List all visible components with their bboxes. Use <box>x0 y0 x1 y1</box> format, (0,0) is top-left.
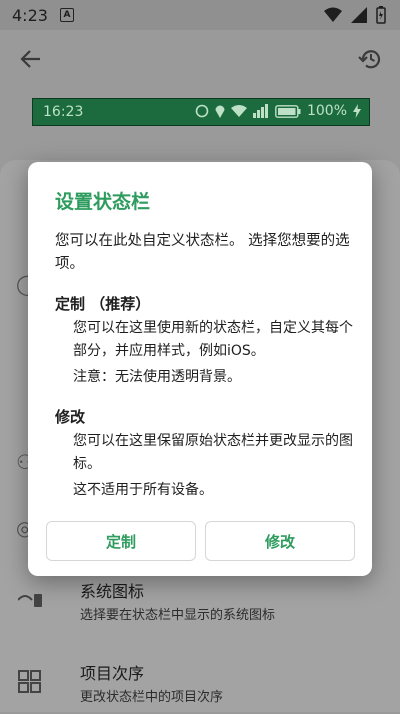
setup-status-bar-dialog: 设置状态栏 您可以在此处自定义状态栏。 选择您想要的选项。 定制 （推荐） 您可… <box>28 162 372 576</box>
arrow-left-icon[interactable] <box>20 48 42 70</box>
preview-icons: 100% <box>195 103 361 119</box>
dialog-intro: 您可以在此处自定义状态栏。 选择您想要的选项。 <box>55 233 350 272</box>
list-item-subtitle: 选择要在状态栏中显示的系统图标 <box>80 608 276 623</box>
dialog-title: 设置状态栏 <box>55 191 151 213</box>
modify-button[interactable]: 修改 <box>205 521 355 561</box>
system-icons-icon <box>18 594 42 607</box>
location-icon <box>215 105 225 118</box>
signal-preview-icon <box>252 104 268 118</box>
modify-option-desc: 您可以在这里保留原始状态栏并更改显示的图标。 <box>73 433 353 472</box>
app-bar <box>0 30 400 90</box>
list-item-system-icons[interactable]: 系统图标 选择要在状态栏中显示的系统图标 <box>0 572 400 632</box>
notification-a-icon: A <box>59 8 74 22</box>
status-time: 4:23 <box>12 5 48 25</box>
custom-option-note: 注意：无法使用透明背景。 <box>73 369 241 385</box>
battery-percent: 100% <box>306 103 347 119</box>
custom-option-desc: 您可以在这里使用新的状态栏，自定义其每个部分，并应用样式，例如iOS。 <box>73 320 353 359</box>
list-item-item-order[interactable]: 项目次序 更改状态栏中的项目次序 <box>0 654 400 714</box>
wifi-preview-icon <box>230 105 247 117</box>
list-item-title: 项目次序 <box>80 664 145 683</box>
battery-icon <box>376 6 386 24</box>
custom-button[interactable]: 定制 <box>46 521 196 561</box>
modify-option-heading: 修改 <box>55 408 86 426</box>
preview-time: 16:23 <box>43 104 84 120</box>
modify-option-note: 这不适用于所有设备。 <box>73 482 213 498</box>
custom-option-heading: 定制 （推荐） <box>55 295 151 313</box>
charging-icon <box>353 104 361 118</box>
list-item-subtitle: 更改状态栏中的项目次序 <box>80 690 224 705</box>
wifi-icon <box>324 7 342 22</box>
data-saver-icon <box>195 104 209 118</box>
restore-icon[interactable] <box>358 46 384 72</box>
list-item-title: 系统图标 <box>80 582 145 601</box>
signal-icon <box>351 7 367 23</box>
system-status-bar: 4:23 A <box>0 0 400 30</box>
status-icons <box>324 6 386 24</box>
battery-preview-icon <box>275 104 301 118</box>
status-bar-preview: 16:23 100% <box>32 98 370 126</box>
grid-order-icon <box>18 670 41 693</box>
